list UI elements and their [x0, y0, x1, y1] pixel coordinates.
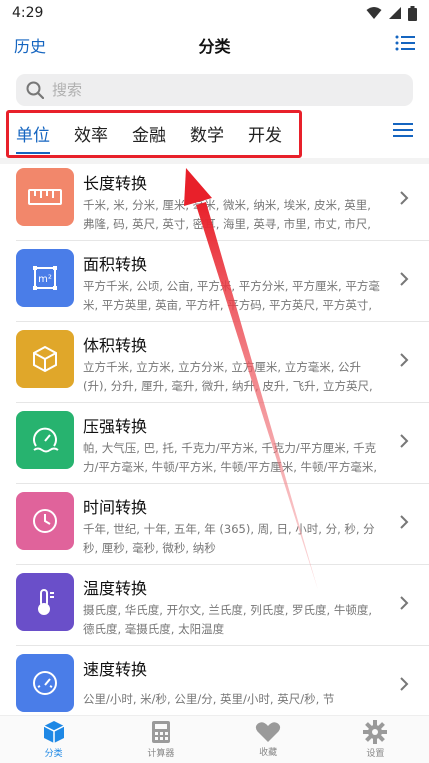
item-description: 公里/小时, 米/秒, 公里/分, 英里/小时, 英尺/秒, 节: [83, 692, 335, 706]
list-item-temperature[interactable]: 温度转换 摄氏度, 华氏度, 开尔文, 兰氏度, 列氏度, 罗氏度, 牛顿度, …: [16, 565, 429, 646]
tab-units[interactable]: 单位: [16, 112, 50, 154]
item-description: 千米, 米, 分米, 厘米, 毫米, 微米, 纳米, 埃米, 皮米, 英里, 弗…: [83, 198, 371, 231]
battery-icon: [408, 5, 417, 21]
chevron-right-icon: [400, 353, 409, 367]
history-button[interactable]: 历史: [14, 33, 46, 57]
nav-favorites[interactable]: 收藏: [215, 716, 322, 763]
gear-icon: [363, 720, 388, 744]
item-description: 摄氏度, 华氏度, 开尔文, 兰氏度, 列氏度, 罗氏度, 牛顿度, 德氏度, …: [83, 603, 373, 636]
cube-icon: [43, 721, 64, 743]
chevron-right-icon: [400, 596, 409, 610]
clock-icon: [16, 492, 74, 550]
list-item-pressure[interactable]: 压强转换 帕, 大气压, 巴, 托, 千克力/平方米, 千克力/平方厘米, 千克…: [16, 403, 429, 484]
search-input[interactable]: [52, 81, 382, 99]
tab-finance[interactable]: 金融: [132, 112, 166, 154]
nav-label: 设置: [366, 749, 385, 759]
bottom-navigation: 分类 计算器 收藏 设置: [0, 715, 429, 763]
ruler-icon: [16, 168, 74, 226]
hamburger-icon: [393, 123, 413, 137]
status-icons: [366, 5, 417, 21]
nav-label: 计算器: [147, 749, 175, 759]
app-header: 历史 分类: [0, 26, 429, 64]
list-icon: [395, 35, 415, 51]
svg-text:m²: m²: [38, 274, 52, 285]
tabs-menu-button[interactable]: [393, 122, 413, 141]
item-title: 面积转换: [83, 255, 148, 274]
item-description: 千年, 世纪, 十年, 五年, 年 (365), 周, 日, 小时, 分, 秒,…: [83, 522, 375, 555]
status-bar: 4:29: [0, 0, 429, 26]
search-bar[interactable]: [16, 74, 413, 106]
speedometer-icon: [16, 654, 74, 712]
signal-icon: [389, 7, 401, 19]
item-title: 温度转换: [83, 579, 148, 598]
status-time: 4:29: [12, 5, 44, 21]
calculator-icon: [151, 721, 170, 743]
list-item-area[interactable]: m² 面积转换 平方千米, 公顷, 公亩, 平方米, 平方分米, 平方厘米, 平…: [16, 241, 429, 322]
nav-settings[interactable]: 设置: [322, 716, 429, 763]
chevron-right-icon: [400, 191, 409, 205]
tab-development[interactable]: 开发: [248, 112, 282, 154]
list-view-button[interactable]: [395, 35, 415, 55]
list-item-volume[interactable]: 体积转换 立方千米, 立方米, 立方分米, 立方厘米, 立方毫米, 公升 (升)…: [16, 322, 429, 403]
category-tabs: 单位 效率 金融 数学 开发: [0, 108, 429, 158]
item-description: 帕, 大气压, 巴, 托, 千克力/平方米, 千克力/平方厘米, 千克力/平方毫…: [83, 441, 378, 474]
tab-math[interactable]: 数学: [190, 112, 224, 154]
item-title: 长度转换: [83, 174, 148, 193]
list-item-time[interactable]: 时间转换 千年, 世纪, 十年, 五年, 年 (365), 周, 日, 小时, …: [16, 484, 429, 565]
gauge-icon: [16, 411, 74, 469]
search-icon: [26, 81, 44, 99]
item-title: 压强转换: [83, 417, 148, 436]
wifi-icon: [366, 7, 382, 19]
item-title: 体积转换: [83, 336, 148, 355]
chevron-right-icon: [400, 515, 409, 529]
item-title: 速度转换: [83, 660, 148, 679]
nav-categories[interactable]: 分类: [0, 716, 107, 763]
item-title: 时间转换: [83, 498, 148, 517]
nav-label: 分类: [44, 749, 63, 759]
nav-calculator[interactable]: 计算器: [107, 716, 214, 763]
chevron-right-icon: [400, 272, 409, 286]
page-title: 分类: [198, 37, 231, 56]
nav-label: 收藏: [259, 748, 278, 758]
chevron-right-icon: [400, 677, 409, 691]
area-icon: m²: [16, 249, 74, 307]
list-item-length[interactable]: 长度转换 千米, 米, 分米, 厘米, 毫米, 微米, 纳米, 埃米, 皮米, …: [16, 160, 429, 241]
list-item-speed[interactable]: 速度转换 公里/小时, 米/秒, 公里/分, 英里/小时, 英尺/秒, 节: [16, 646, 429, 715]
cube-icon: [16, 330, 74, 388]
chevron-right-icon: [400, 434, 409, 448]
converter-list: 长度转换 千米, 米, 分米, 厘米, 毫米, 微米, 纳米, 埃米, 皮米, …: [0, 160, 429, 715]
thermometer-icon: [16, 573, 74, 631]
tab-efficiency[interactable]: 效率: [74, 112, 108, 154]
item-description: 立方千米, 立方米, 立方分米, 立方厘米, 立方毫米, 公升 (升), 分升,…: [83, 360, 373, 393]
heart-icon: [255, 722, 281, 742]
item-description: 平方千米, 公顷, 公亩, 平方米, 平方分米, 平方厘米, 平方毫米, 平方英…: [83, 279, 380, 312]
